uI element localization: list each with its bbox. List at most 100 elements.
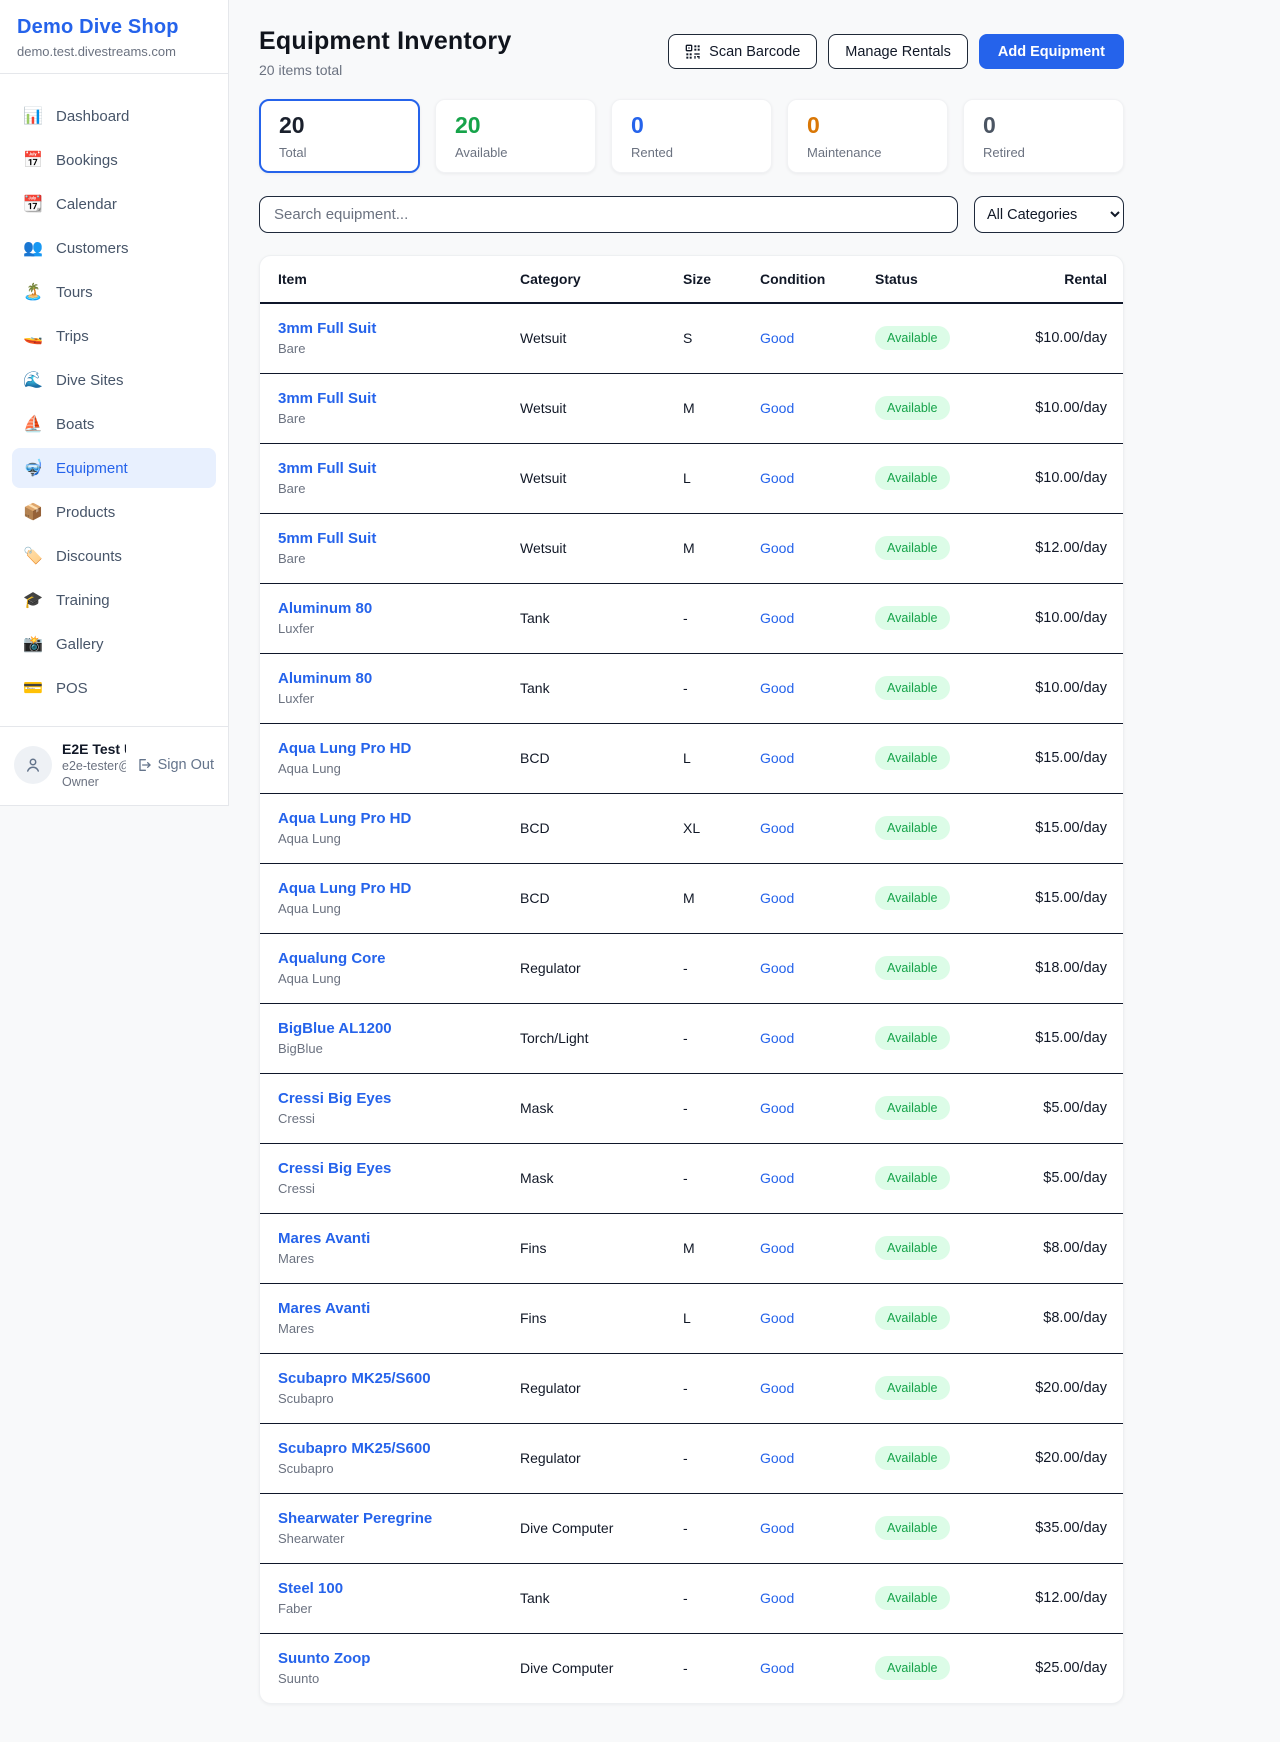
scan-barcode-button[interactable]: Scan Barcode: [668, 34, 817, 69]
sidebar-item-discounts[interactable]: 🏷️ Discounts: [12, 536, 216, 576]
condition-link[interactable]: Good: [760, 540, 794, 556]
condition-link[interactable]: Good: [760, 1100, 794, 1116]
sidebar-item-dive-sites[interactable]: 🌊 Dive Sites: [12, 360, 216, 400]
item-name-link[interactable]: Cressi Big Eyes: [278, 1160, 496, 1177]
item-brand: Aqua Lung: [278, 761, 496, 776]
condition-link[interactable]: Good: [760, 610, 794, 626]
stat-card-maintenance[interactable]: 0 Maintenance: [787, 99, 948, 173]
item-name-link[interactable]: Cressi Big Eyes: [278, 1090, 496, 1107]
item-category: Tank: [508, 1563, 671, 1633]
condition-link[interactable]: Good: [760, 1170, 794, 1186]
table-row: Aluminum 80 Luxfer Tank - Good Available…: [260, 653, 1123, 723]
stat-label: Maintenance: [807, 145, 928, 160]
sidebar-item-training[interactable]: 🎓 Training: [12, 580, 216, 620]
search-input[interactable]: [259, 196, 958, 233]
item-name-link[interactable]: 3mm Full Suit: [278, 460, 496, 477]
sidebar-item-equipment[interactable]: 🤿 Equipment: [12, 448, 216, 488]
rental-price: $15.00/day: [1013, 723, 1123, 793]
condition-link[interactable]: Good: [760, 1240, 794, 1256]
condition-link[interactable]: Good: [760, 1030, 794, 1046]
condition-link[interactable]: Good: [760, 1450, 794, 1466]
condition-link[interactable]: Good: [760, 960, 794, 976]
item-name-link[interactable]: Aluminum 80: [278, 670, 496, 687]
add-equipment-button[interactable]: Add Equipment: [979, 34, 1124, 69]
user-role: Owner: [62, 775, 126, 789]
item-brand: Aqua Lung: [278, 901, 496, 916]
condition-link[interactable]: Good: [760, 680, 794, 696]
condition-link[interactable]: Good: [760, 470, 794, 486]
item-name-link[interactable]: Mares Avanti: [278, 1230, 496, 1247]
stat-card-rented[interactable]: 0 Rented: [611, 99, 772, 173]
status-badge: Available: [875, 396, 950, 420]
status-badge: Available: [875, 1656, 950, 1680]
sidebar-item-calendar[interactable]: 📆 Calendar: [12, 184, 216, 224]
item-name-link[interactable]: BigBlue AL1200: [278, 1020, 496, 1037]
rental-price: $12.00/day: [1013, 513, 1123, 583]
sidebar-item-gallery[interactable]: 📸 Gallery: [12, 624, 216, 664]
wave-icon: 🌊: [23, 370, 43, 390]
item-category: Torch/Light: [508, 1003, 671, 1073]
item-name-link[interactable]: Aqua Lung Pro HD: [278, 740, 496, 757]
sidebar-item-boats[interactable]: ⛵ Boats: [12, 404, 216, 444]
condition-link[interactable]: Good: [760, 1660, 794, 1676]
brand-title[interactable]: Demo Dive Shop: [17, 16, 211, 39]
item-name-link[interactable]: 5mm Full Suit: [278, 530, 496, 547]
item-name-link[interactable]: Aluminum 80: [278, 600, 496, 617]
condition-link[interactable]: Good: [760, 1520, 794, 1536]
sidebar-item-label: Products: [56, 504, 115, 521]
category-filter-select[interactable]: All Categories: [974, 196, 1124, 233]
item-category: Regulator: [508, 933, 671, 1003]
item-name-link[interactable]: Aqualung Core: [278, 950, 496, 967]
column-header-size: Size: [671, 256, 748, 303]
manage-rentals-button[interactable]: Manage Rentals: [828, 34, 968, 69]
item-name-link[interactable]: Aqua Lung Pro HD: [278, 880, 496, 897]
sidebar-item-label: Boats: [56, 416, 94, 433]
sidebar-item-products[interactable]: 📦 Products: [12, 492, 216, 532]
item-name-link[interactable]: Scubapro MK25/S600: [278, 1440, 496, 1457]
sidebar-item-customers[interactable]: 👥 Customers: [12, 228, 216, 268]
rental-price: $5.00/day: [1013, 1073, 1123, 1143]
item-name-link[interactable]: Mares Avanti: [278, 1300, 496, 1317]
rental-price: $18.00/day: [1013, 933, 1123, 1003]
sidebar-item-pos[interactable]: 💳 POS: [12, 668, 216, 708]
item-name-link[interactable]: Aqua Lung Pro HD: [278, 810, 496, 827]
item-size: -: [671, 1003, 748, 1073]
item-name-link[interactable]: 3mm Full Suit: [278, 320, 496, 337]
sidebar-item-dashboard[interactable]: 📊 Dashboard: [12, 96, 216, 136]
condition-link[interactable]: Good: [760, 330, 794, 346]
stat-card-total[interactable]: 20 Total: [259, 99, 420, 173]
stat-card-retired[interactable]: 0 Retired: [963, 99, 1124, 173]
condition-link[interactable]: Good: [760, 400, 794, 416]
manage-rentals-label: Manage Rentals: [845, 44, 951, 60]
stat-value: 20: [455, 113, 576, 138]
sidebar-item-trips[interactable]: 🚤 Trips: [12, 316, 216, 356]
sign-out-button[interactable]: Sign Out: [136, 757, 214, 773]
stat-cards: 20 Total 20 Available 0 Rented 0 Mainten…: [259, 99, 1124, 173]
condition-link[interactable]: Good: [760, 820, 794, 836]
add-equipment-label: Add Equipment: [998, 44, 1105, 60]
package-icon: 📦: [23, 502, 43, 522]
condition-link[interactable]: Good: [760, 1380, 794, 1396]
item-size: -: [671, 933, 748, 1003]
condition-link[interactable]: Good: [760, 750, 794, 766]
table-row: Scubapro MK25/S600 Scubapro Regulator - …: [260, 1423, 1123, 1493]
item-name-link[interactable]: 3mm Full Suit: [278, 390, 496, 407]
item-size: L: [671, 443, 748, 513]
main-content: Equipment Inventory 20 items total: [229, 0, 1280, 1736]
table-row: Aqua Lung Pro HD Aqua Lung BCD L Good Av…: [260, 723, 1123, 793]
sidebar-item-tours[interactable]: 🏝️ Tours: [12, 272, 216, 312]
item-name-link[interactable]: Shearwater Peregrine: [278, 1510, 496, 1527]
condition-link[interactable]: Good: [760, 1310, 794, 1326]
condition-link[interactable]: Good: [760, 890, 794, 906]
stat-value: 0: [983, 113, 1104, 138]
table-row: Suunto Zoop Suunto Dive Computer - Good …: [260, 1633, 1123, 1703]
status-badge: Available: [875, 746, 950, 770]
item-name-link[interactable]: Scubapro MK25/S600: [278, 1370, 496, 1387]
stat-card-available[interactable]: 20 Available: [435, 99, 596, 173]
item-size: S: [671, 303, 748, 373]
item-name-link[interactable]: Suunto Zoop: [278, 1650, 496, 1667]
sidebar-item-bookings[interactable]: 📅 Bookings: [12, 140, 216, 180]
table-row: 3mm Full Suit Bare Wetsuit M Good Availa…: [260, 373, 1123, 443]
condition-link[interactable]: Good: [760, 1590, 794, 1606]
item-name-link[interactable]: Steel 100: [278, 1580, 496, 1597]
